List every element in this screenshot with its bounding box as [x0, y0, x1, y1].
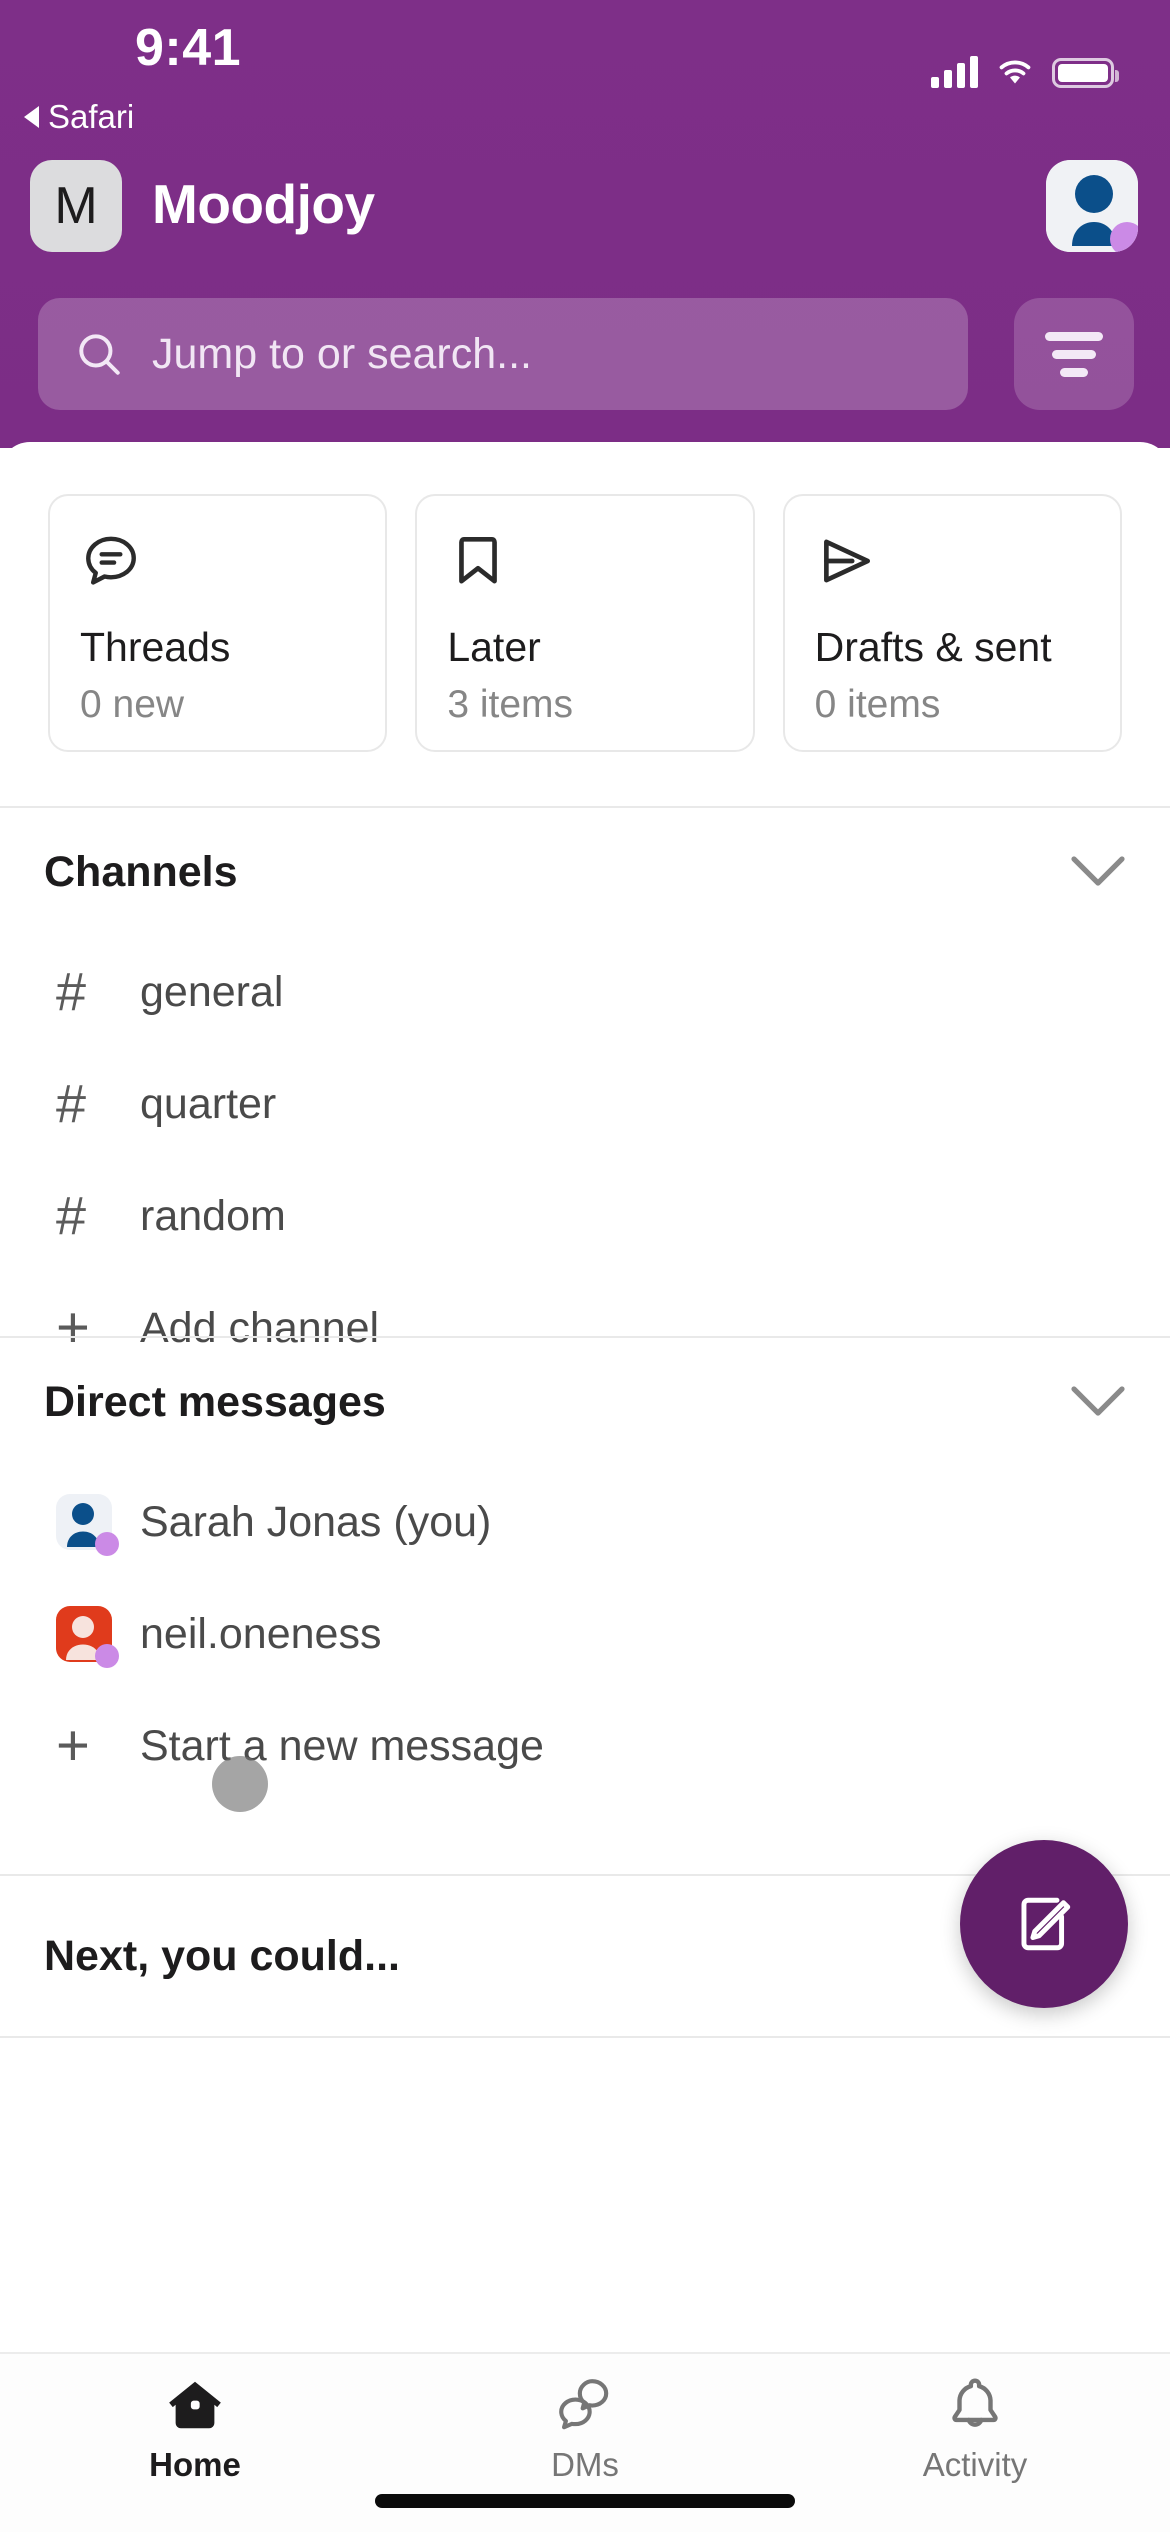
filter-icon-line-3	[1060, 367, 1088, 377]
send-icon	[815, 530, 1090, 602]
card-later[interactable]: Later 3 items	[415, 494, 755, 752]
card-subtitle: 0 new	[80, 683, 185, 726]
hash-icon: #	[56, 962, 87, 1022]
channel-item-random[interactable]: # random	[0, 1160, 1170, 1272]
dms-icon	[559, 2379, 609, 2430]
card-drafts-and-sent[interactable]: Drafts & sent 0 items	[782, 494, 1122, 752]
filter-icon-line-2	[1052, 349, 1096, 359]
status-bar: 9:41	[0, 0, 1170, 122]
user-avatar[interactable]	[1046, 160, 1138, 252]
channel-label: quarter	[140, 1079, 277, 1128]
avatar-red	[56, 1606, 119, 1668]
search-placeholder: Jump to or search...	[152, 329, 532, 378]
search-input[interactable]: Jump to or search...	[38, 298, 968, 410]
threads-icon	[80, 530, 355, 602]
avatar	[44, 1606, 140, 1668]
compose-button[interactable]	[960, 1840, 1128, 2008]
hash-icon: #	[56, 1074, 87, 1134]
cellular-signal-icon	[931, 56, 978, 88]
home-indicator	[375, 2494, 795, 2508]
channels-header[interactable]: Channels	[0, 808, 1170, 936]
channel-label: random	[140, 1191, 286, 1240]
direct-messages-title: Direct messages	[44, 1377, 386, 1426]
battery-icon	[1052, 58, 1119, 88]
workspace-logo[interactable]: M	[30, 160, 122, 252]
channels-title: Channels	[44, 847, 238, 896]
tab-home[interactable]: Home	[0, 2374, 390, 2484]
card-title: Drafts & sent	[814, 624, 1052, 670]
presence-dot	[1110, 222, 1138, 252]
filter-icon-line-1	[1045, 331, 1103, 341]
start-new-message-label: Start a new message	[140, 1721, 544, 1770]
presence-dot	[95, 1644, 119, 1668]
workspace-row: M Moodjoy	[0, 150, 1170, 262]
channel-item-quarter[interactable]: # quarter	[0, 1048, 1170, 1160]
compose-icon	[1021, 1897, 1071, 1951]
card-threads[interactable]: Threads 0 new	[48, 494, 388, 752]
touch-cursor	[212, 1756, 268, 1812]
avatar	[44, 1494, 140, 1556]
dm-item-neil-oneness[interactable]: neil.oneness	[0, 1578, 1170, 1690]
channel-label: general	[140, 967, 284, 1016]
presence-dot	[95, 1532, 119, 1556]
status-bar-indicators	[931, 46, 1119, 88]
divider	[0, 2036, 1170, 2038]
card-subtitle: 3 items	[447, 683, 574, 726]
hash-icon: #	[56, 1186, 87, 1246]
workspace-initial: M	[54, 177, 98, 235]
chevron-down-icon[interactable]	[1070, 855, 1126, 889]
quick-access-cards: Threads 0 new Later 3 items Drafts & sen…	[0, 494, 1170, 752]
app-header: 9:41 Safari M Moodjoy Jump to or search.…	[0, 0, 1170, 448]
chevron-down-icon[interactable]	[1070, 1385, 1126, 1419]
start-new-message-button[interactable]: + Start a new message	[0, 1690, 1170, 1802]
card-title: Threads	[80, 624, 231, 670]
workspace-name[interactable]: Moodjoy	[152, 172, 375, 236]
direct-messages-header[interactable]: Direct messages	[0, 1338, 1170, 1466]
status-bar-time: 9:41	[135, 19, 242, 77]
bottom-tab-bar: Home DMs Activity	[0, 2352, 1170, 2532]
back-arrow-icon	[24, 106, 39, 128]
wifi-icon	[999, 60, 1031, 84]
avatar-blue	[56, 1494, 119, 1556]
bell-icon	[952, 2378, 998, 2427]
channel-item-general[interactable]: # general	[0, 936, 1170, 1048]
back-to-safari-link[interactable]: Safari	[24, 98, 134, 136]
back-app-label: Safari	[48, 98, 135, 135]
dm-item-sarah-jonas[interactable]: Sarah Jonas (you)	[0, 1466, 1170, 1578]
content-sheet: Threads 0 new Later 3 items Drafts & sen…	[0, 442, 1170, 2532]
card-subtitle: 0 items	[814, 683, 941, 726]
bookmark-icon	[447, 530, 722, 602]
card-title: Later	[447, 624, 541, 670]
tab-label: Activity	[922, 2446, 1028, 2483]
filter-button[interactable]	[1014, 298, 1134, 410]
next-you-could-title: Next, you could...	[44, 1931, 400, 1980]
tab-label: DMs	[551, 2446, 619, 2483]
home-icon	[169, 2381, 221, 2429]
dm-label: Sarah Jonas (you)	[140, 1497, 492, 1546]
direct-messages-section: Direct messages Sarah Jonas (you) neil.o…	[0, 1338, 1170, 1802]
tab-label: Home	[149, 2446, 241, 2483]
tab-activity[interactable]: Activity	[780, 2374, 1170, 2484]
channels-section: Channels # general # quarter # random + …	[0, 808, 1170, 1384]
plus-icon: +	[56, 1713, 90, 1778]
search-icon	[79, 334, 120, 375]
tab-dms[interactable]: DMs	[390, 2374, 780, 2484]
dm-label: neil.oneness	[140, 1609, 382, 1658]
